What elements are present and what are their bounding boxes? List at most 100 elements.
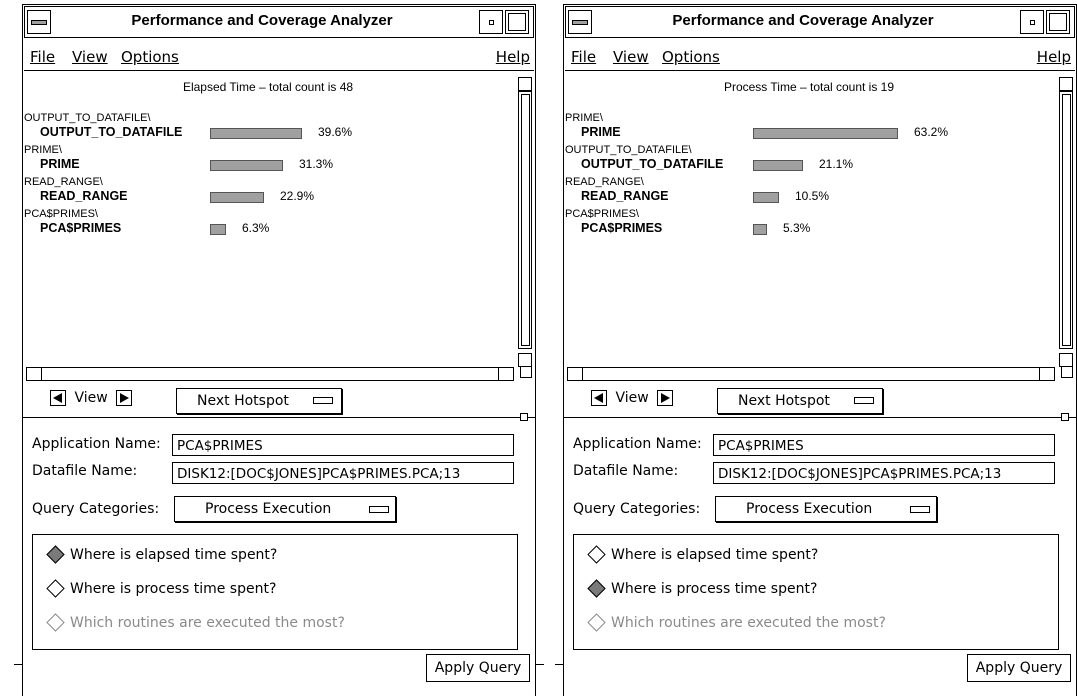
datafile-name-field[interactable]: DISK12:[DOC$JONES]PCA$PRIMES.PCA;13 [172,462,514,484]
application-name-field[interactable]: PCA$PRIMES [713,434,1055,456]
title-bar[interactable]: Performance and Coverage Analyzer [24,6,534,38]
radio-diamond-icon [46,612,65,632]
next-hotspot-label: Next Hotspot [738,393,830,409]
previous-view-icon[interactable] [50,390,66,406]
graph-row-label[interactable]: OUTPUT_TO_DATAFILE [581,157,723,171]
graph-row-parent: OUTPUT_TO_DATAFILE\ [565,144,692,156]
graph-row-label[interactable]: PRIME [40,157,80,171]
scroll-thumb[interactable] [1062,94,1071,346]
window-title: Performance and Coverage Analyzer [672,12,934,29]
datafile-name-label: Datafile Name: [573,463,679,479]
graph-row-label[interactable]: PRIME [581,125,621,139]
vertical-scrollbar[interactable] [518,77,532,367]
next-view-icon[interactable] [657,390,674,406]
graph-row-percent: 63.2% [914,125,949,139]
radio-diamond-icon [587,612,606,632]
next-hotspot-button[interactable]: Next Hotspot [176,388,342,414]
query-categories-select[interactable]: Process Execution [174,496,396,522]
graph-row-percent: 21.1% [819,157,854,171]
menu-options-label: Options [662,48,720,66]
graph-row-bar[interactable] [753,224,767,235]
menu-options-label: Options [121,48,179,66]
scroll-down-icon[interactable] [1059,353,1073,367]
radio-most-executed: Which routines are executed the most? [587,612,886,632]
window-menu-icon[interactable] [568,10,592,34]
scroll-corner [520,366,532,378]
menu-view-label: View [72,48,108,66]
graph-row-bar[interactable] [210,192,264,203]
menu-file-label: File [571,48,597,66]
scroll-track[interactable] [1059,91,1073,349]
scroll-left-icon[interactable] [27,368,42,380]
apply-query-button[interactable]: Apply Query [967,654,1071,682]
apply-query-button[interactable]: Apply Query [426,654,530,682]
option-menu-icon [854,397,874,404]
menu-help[interactable]: Help [496,48,530,66]
graph-row-label[interactable]: PCA$PRIMES [581,221,662,235]
minimize-icon[interactable] [479,10,503,34]
scroll-right-icon[interactable] [1039,368,1054,380]
vertical-scrollbar[interactable] [1059,77,1073,367]
radio-diamond-icon [46,544,65,564]
next-view-icon[interactable] [116,390,133,406]
maximize-icon[interactable] [1046,10,1070,34]
scroll-up-icon[interactable] [518,77,532,91]
radio-diamond-icon [46,578,65,598]
radio-process-time[interactable]: Where is process time spent? [587,578,817,598]
window-menu-icon[interactable] [27,10,51,34]
graph-row-percent: 6.3% [242,221,270,235]
scroll-thumb[interactable] [521,94,530,346]
graph-header: Elapsed Time – total count is 48 [182,80,354,94]
scroll-track[interactable] [518,91,532,349]
graph-row-label[interactable]: READ_RANGE [40,189,128,203]
menu-help[interactable]: Help [1037,48,1071,66]
scroll-up-icon[interactable] [1059,77,1073,91]
pane-separator [563,417,1077,418]
window-title: Performance and Coverage Analyzer [131,12,393,29]
graph-row-bar[interactable] [210,160,283,171]
graph-row-percent: 5.3% [783,221,811,235]
menu-options[interactable]: Options [662,48,720,66]
title-bar[interactable]: Performance and Coverage Analyzer [565,6,1075,38]
radio-diamond-icon [587,578,606,598]
graph-row-bar[interactable] [753,192,779,203]
radio-diamond-icon [587,544,606,564]
pane-sash-handle[interactable] [520,413,528,421]
radio-process-time[interactable]: Where is process time spent? [46,578,277,598]
radio-elapsed-time[interactable]: Where is elapsed time spent? [587,544,818,564]
horizontal-scrollbar[interactable] [567,367,1055,381]
scroll-down-icon[interactable] [518,353,532,367]
graph-row-label[interactable]: OUTPUT_TO_DATAFILE [40,125,182,139]
graph-row-label[interactable]: READ_RANGE [581,189,669,203]
menu-bar: File View Options Help [565,40,1075,71]
application-name-field[interactable]: PCA$PRIMES [172,434,514,456]
scroll-left-icon[interactable] [568,368,583,380]
maximize-icon[interactable] [505,10,529,34]
graph-row-bar[interactable] [210,128,302,139]
menu-view[interactable]: View [72,48,108,66]
graph-row-parent: PRIME\ [565,112,603,124]
query-categories-select[interactable]: Process Execution [715,496,937,522]
next-hotspot-button[interactable]: Next Hotspot [717,388,883,414]
view-label: View [74,390,108,406]
graph-row-bar[interactable] [210,224,226,235]
application-name-label: Application Name: [573,436,702,452]
scroll-right-icon[interactable] [498,368,513,380]
datafile-name-field[interactable]: DISK12:[DOC$JONES]PCA$PRIMES.PCA;13 [713,462,1055,484]
pane-sash-handle[interactable] [1061,413,1069,421]
graph-row-bar[interactable] [753,160,803,171]
graph-row-label[interactable]: PCA$PRIMES [40,221,121,235]
horizontal-scrollbar[interactable] [26,367,514,381]
radio-elapsed-time[interactable]: Where is elapsed time spent? [46,544,277,564]
menu-file[interactable]: File [571,48,596,66]
menu-view[interactable]: View [613,48,649,66]
radio-most-executed-label: Which routines are executed the most? [611,615,886,631]
menu-options[interactable]: Options [121,48,179,66]
query-radio-group: Where is elapsed time spent? Where is pr… [32,534,518,650]
graph-row-bar[interactable] [753,128,898,139]
menu-file[interactable]: File [30,48,55,66]
previous-view-icon[interactable] [591,390,607,406]
radio-process-label: Where is process time spent? [70,581,277,597]
minimize-icon[interactable] [1020,10,1044,34]
query-categories-label: Query Categories: [32,501,160,517]
